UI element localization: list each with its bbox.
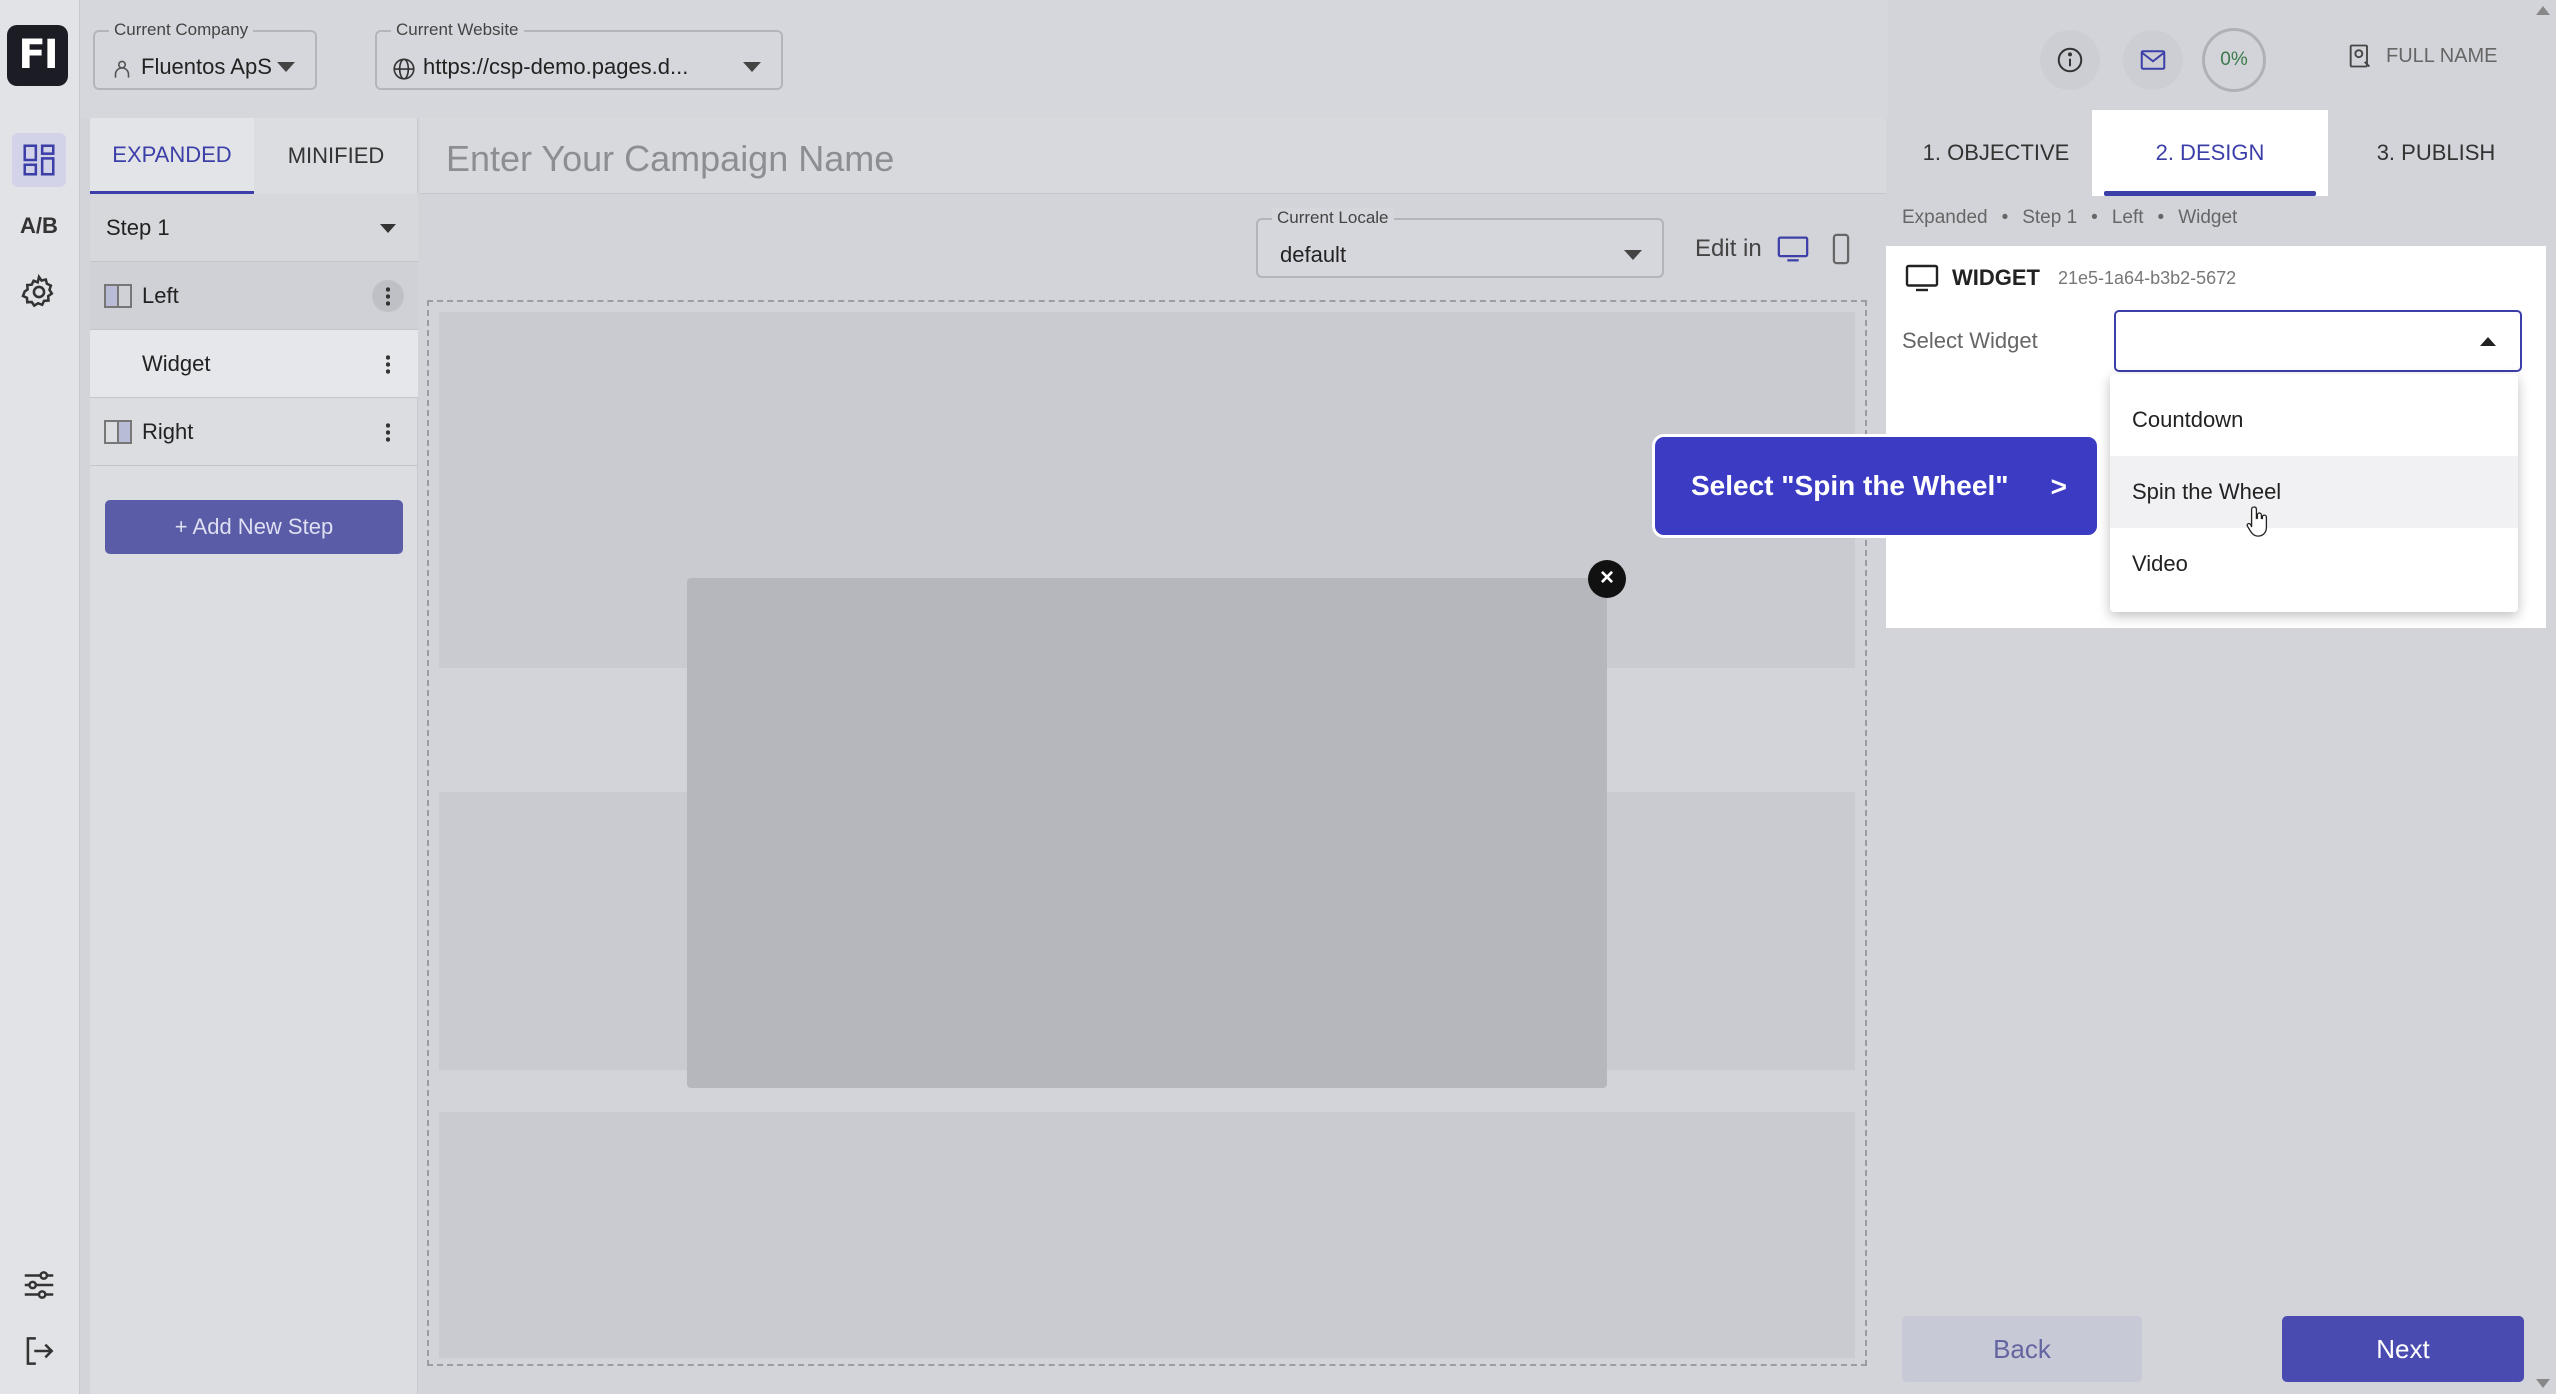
globe-icon (393, 58, 415, 80)
mode-tabs: EXPANDED MINIFIED (90, 118, 418, 194)
app-logo[interactable]: FI (7, 25, 68, 86)
progress-circle: 0% (2202, 28, 2266, 92)
more-options-icon[interactable] (372, 348, 404, 380)
website-select[interactable]: Current Website https://csp-demo.pages.d… (375, 20, 783, 90)
next-arrow[interactable]: > (2051, 471, 2067, 503)
logout-icon[interactable] (12, 1324, 66, 1378)
desktop-icon[interactable] (1776, 232, 1810, 266)
desktop-icon (1905, 264, 1939, 292)
tab-publish[interactable]: 3. PUBLISH (2328, 110, 2544, 196)
close-icon[interactable]: × (1588, 560, 1626, 598)
sidebar-item-right[interactable]: Right (90, 398, 418, 466)
select-widget-input[interactable] (2114, 310, 2522, 372)
tab-minified[interactable]: MINIFIED (254, 118, 418, 194)
more-options-icon[interactable] (372, 416, 404, 448)
sidebar-item-widget[interactable]: Widget (90, 330, 418, 398)
tab-design[interactable]: 2. DESIGN (2092, 110, 2328, 196)
sidebar-item-left[interactable]: Left (90, 262, 418, 330)
campaigns-nav-icon[interactable] (12, 133, 66, 187)
step-select[interactable]: Step 1 (90, 194, 418, 262)
preview-band (439, 1112, 1855, 1358)
nav-rail: FI A/B (0, 0, 80, 1394)
column-layout-icon (104, 419, 132, 444)
mail-icon[interactable] (2123, 30, 2183, 90)
column-layout-icon (104, 283, 132, 308)
option-countdown[interactable]: Countdown (2110, 384, 2518, 456)
user-menu[interactable]: FULL NAME (2346, 42, 2498, 70)
chevron-down-icon (1624, 250, 1642, 260)
option-spin-the-wheel[interactable]: Spin the Wheel (2110, 456, 2518, 528)
locale-select[interactable]: Current Locale default (1256, 208, 1664, 278)
steps-sidebar: EXPANDED MINIFIED Step 1 Left Widget Rig… (90, 118, 418, 1394)
more-options-icon[interactable] (372, 280, 404, 312)
add-new-step-button[interactable]: + Add New Step (105, 500, 403, 554)
top-bar: Current Company Fluentos ApS Current Web… (80, 0, 1888, 118)
scroll-up-arrow[interactable] (2536, 6, 2550, 15)
widget-header: WIDGET 21e5-1a64-b3b2-5672 (1904, 260, 2236, 296)
mobile-icon[interactable] (1824, 232, 1858, 266)
hand-cursor-icon (2246, 506, 2268, 537)
chevron-down-icon (277, 62, 295, 72)
breadcrumb: Expanded • Step 1 • Left • Widget (1902, 207, 2238, 228)
user-card-icon (2349, 44, 2370, 68)
chevron-down-icon (743, 62, 761, 72)
tab-objective[interactable]: 1. OBJECTIVE (1888, 110, 2104, 196)
back-button[interactable]: Back (1902, 1316, 2142, 1382)
campaign-name-input[interactable]: Enter Your Campaign Name (446, 138, 894, 180)
widget-dropdown: Countdown Spin the Wheel Video (2110, 374, 2518, 612)
next-button[interactable]: Next (2282, 1316, 2524, 1382)
scroll-down-arrow[interactable] (2536, 1379, 2550, 1388)
campaign-name-bar: Enter Your Campaign Name (420, 118, 1886, 194)
wizard-tabs: 1. OBJECTIVE 2. DESIGN 3. PUBLISH (1888, 110, 2556, 196)
tab-expanded[interactable]: EXPANDED (90, 118, 254, 194)
edit-in-toggle: Edit in (1695, 232, 1858, 266)
guide-tooltip[interactable]: Select "Spin the Wheel" > (1652, 434, 2100, 538)
settings-gear-icon[interactable] (12, 265, 66, 319)
ab-test-nav[interactable]: A/B (12, 199, 66, 253)
info-icon[interactable] (2040, 30, 2100, 90)
company-select[interactable]: Current Company Fluentos ApS (93, 20, 317, 90)
filters-sliders-icon[interactable] (12, 1258, 66, 1312)
caret-up-icon (2480, 337, 2496, 346)
option-video[interactable]: Video (2110, 528, 2518, 600)
popup-preview[interactable] (687, 578, 1607, 1088)
company-icon (114, 60, 130, 78)
caret-down-icon (380, 224, 396, 233)
